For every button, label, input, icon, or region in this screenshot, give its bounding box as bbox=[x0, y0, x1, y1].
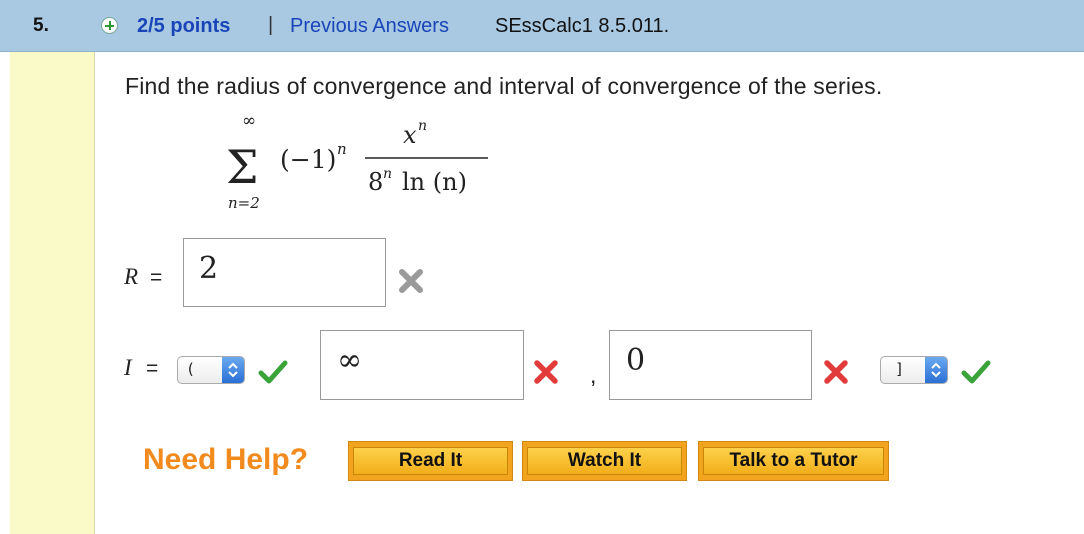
denominator-log: ln (n) bbox=[402, 168, 467, 196]
left-bracket-chevron-icon[interactable] bbox=[222, 357, 244, 383]
right-bracket-chevron-icon[interactable] bbox=[925, 357, 947, 383]
radius-label: R bbox=[124, 264, 139, 289]
interval-left-value: ∞ bbox=[337, 343, 362, 378]
sigma-symbol: Σ bbox=[226, 140, 259, 194]
interval-right-wrong-x-icon bbox=[824, 360, 848, 384]
denominator-exponent: n bbox=[383, 166, 392, 182]
right-bracket-value: ] bbox=[895, 360, 905, 378]
denominator-base: 8 bbox=[368, 168, 383, 196]
sign-term: (−1) bbox=[280, 145, 336, 174]
numerator-base: x bbox=[403, 121, 417, 149]
interval-label: I bbox=[124, 355, 132, 380]
interval-comma: , bbox=[590, 362, 597, 388]
points-score: 2/5 points bbox=[137, 15, 231, 37]
need-help-label: Need Help? bbox=[143, 443, 309, 476]
radius-input[interactable]: 2 bbox=[183, 238, 386, 307]
left-bracket-check-icon bbox=[258, 360, 288, 384]
header-separator: | bbox=[268, 14, 274, 36]
question-prompt: Find the radius of convergence and inter… bbox=[125, 73, 883, 99]
interval-right-value: 0 bbox=[626, 343, 646, 378]
watch-it-button[interactable]: Watch It bbox=[522, 441, 687, 481]
question-source: SEssCalc1 8.5.011. bbox=[495, 15, 670, 37]
read-it-button-label: Read It bbox=[353, 447, 508, 475]
talk-to-tutor-button-label: Talk to a Tutor bbox=[703, 447, 884, 475]
radius-equals: = bbox=[150, 266, 163, 289]
numerator-exponent: n bbox=[418, 118, 427, 134]
left-bracket-select[interactable]: ( bbox=[177, 356, 245, 384]
series-formula: ∞ Σ n=2 (−1) n x n 8 n ln (n) bbox=[226, 111, 488, 212]
expand-plus-icon[interactable] bbox=[101, 17, 118, 34]
question-number: 5. bbox=[33, 15, 49, 36]
right-bracket-check-icon bbox=[961, 360, 991, 384]
interval-left-wrong-x-icon bbox=[534, 360, 558, 384]
interval-left-input[interactable]: ∞ bbox=[320, 330, 524, 400]
series-lower-limit: n=2 bbox=[228, 194, 260, 212]
series-upper-limit: ∞ bbox=[242, 111, 256, 131]
left-margin-bar bbox=[10, 52, 95, 534]
watch-it-button-label: Watch It bbox=[527, 447, 682, 475]
previous-answers-link[interactable]: Previous Answers bbox=[290, 15, 449, 38]
talk-to-tutor-button[interactable]: Talk to a Tutor bbox=[698, 441, 889, 481]
left-bracket-value: ( bbox=[186, 360, 196, 378]
read-it-button[interactable]: Read It bbox=[348, 441, 513, 481]
radius-grey-x-icon bbox=[399, 269, 423, 293]
right-bracket-select[interactable]: ] bbox=[880, 356, 948, 384]
radius-input-value: 2 bbox=[199, 251, 219, 286]
question-header: 5. 2/5 points | Previous Answers SEssCal… bbox=[0, 0, 1084, 52]
interval-right-input[interactable]: 0 bbox=[609, 330, 812, 400]
interval-equals: = bbox=[146, 357, 159, 380]
sign-exponent: n bbox=[337, 140, 347, 158]
